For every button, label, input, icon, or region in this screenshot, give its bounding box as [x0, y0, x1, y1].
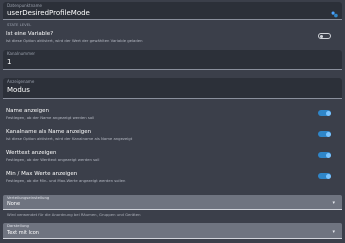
- settings-panel: { "datapoint": { "label": "Datenpunktnam…: [0, 0, 345, 243]
- datapoint-name-field[interactable]: Datenpunktname userDesiredProfileMode: [3, 2, 342, 20]
- channel-number-label: Kanalnummer: [7, 51, 36, 56]
- datapoint-picker-icon[interactable]: [331, 11, 338, 18]
- channel-as-name-row: Kanalname als Name anzeigen Ist diese Op…: [6, 129, 337, 145]
- visibility-value[interactable]: None: [7, 201, 20, 207]
- display-name-value[interactable]: Modus: [7, 86, 30, 94]
- show-name-desc: Festlegen, ob der Name angezeigt werden …: [6, 115, 95, 120]
- show-value-text-desc: Festlegen, ob der Werttext angezeigt wer…: [6, 157, 100, 162]
- show-name-title: Name anzeigen: [6, 108, 49, 114]
- display-name-label: Anzeigename: [7, 79, 35, 84]
- toggle-knob: [325, 110, 331, 116]
- show-value-text-title: Werttext anzeigen: [6, 150, 57, 156]
- is-variable-title: Ist eine Variable?: [6, 31, 54, 37]
- display-name-field[interactable]: Anzeigename Modus: [3, 78, 342, 99]
- visibility-hint: Wird verwendet für die Anordnung bei Räu…: [7, 212, 141, 217]
- is-variable-row: Ist eine Variable? Ist diese Option akti…: [6, 31, 337, 47]
- show-name-toggle[interactable]: [318, 110, 331, 116]
- display-value[interactable]: Text mit Icon: [7, 230, 39, 236]
- visibility-select[interactable]: Verteilungseinstellung None ▾: [3, 195, 342, 210]
- show-name-row: Name anzeigen Festlegen, ob der Name ang…: [6, 108, 337, 124]
- show-value-text-toggle[interactable]: [318, 152, 331, 158]
- toggle-knob: [320, 34, 323, 38]
- toggle-knob: [325, 173, 331, 179]
- is-variable-desc: Ist diese Option aktiviert, wird der Wer…: [6, 38, 143, 43]
- channel-as-name-title: Kanalname als Name anzeigen: [6, 129, 92, 135]
- datapoint-name-value[interactable]: userDesiredProfileMode: [7, 9, 90, 17]
- state-level-label: STATE LEVEL: [7, 22, 32, 27]
- chevron-down-icon[interactable]: ▾: [332, 200, 335, 206]
- channel-number-field[interactable]: Kanalnummer 1: [3, 50, 342, 70]
- show-min-max-title: Min / Max Werte anzeigen: [6, 171, 78, 177]
- channel-as-name-desc: Ist diese Option aktiviert, wird der Kan…: [6, 136, 133, 141]
- show-min-max-row: Min / Max Werte anzeigen Festlegen, ob d…: [6, 171, 337, 187]
- display-select[interactable]: Darstellung Text mit Icon ▾: [3, 223, 342, 239]
- channel-number-value[interactable]: 1: [7, 58, 11, 66]
- chevron-down-icon[interactable]: ▾: [332, 229, 335, 235]
- visibility-label: Verteilungseinstellung: [7, 195, 50, 200]
- display-label: Darstellung: [7, 223, 29, 228]
- is-variable-toggle[interactable]: [318, 33, 331, 39]
- show-min-max-desc: Festlegen, ob die Min- und Max-Werte ang…: [6, 178, 126, 183]
- show-min-max-toggle[interactable]: [318, 173, 331, 179]
- channel-as-name-toggle[interactable]: [318, 131, 331, 137]
- toggle-knob: [325, 131, 331, 137]
- datapoint-name-label: Datenpunktname: [7, 3, 42, 8]
- show-value-text-row: Werttext anzeigen Festlegen, ob der Wert…: [6, 150, 337, 166]
- toggle-knob: [325, 152, 331, 158]
